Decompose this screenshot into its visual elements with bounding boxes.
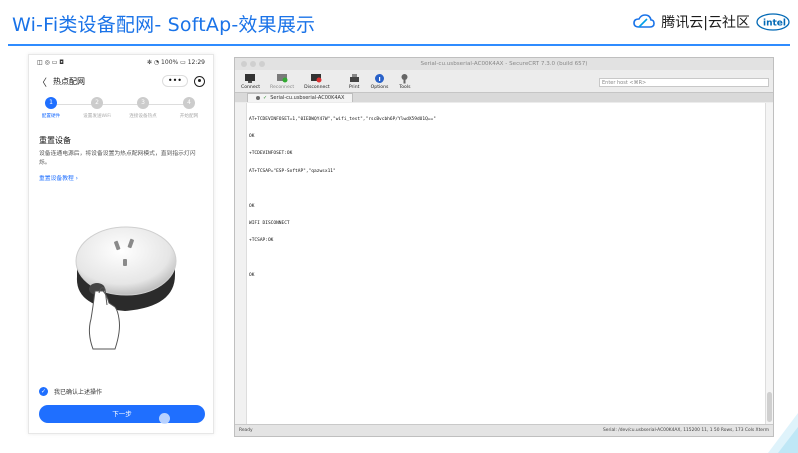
tencent-cloud-logo-icon — [633, 14, 656, 28]
check-icon: ✓ — [263, 95, 268, 101]
connect-icon — [245, 74, 255, 83]
brand-logos: 腾讯云|云社区 intel — [633, 12, 790, 32]
svg-text:intel: intel — [763, 19, 786, 29]
corner-decoration-icon — [768, 413, 798, 453]
tools-icon — [401, 74, 408, 84]
terminal-line: +TCDEVINFOSET:OK — [249, 151, 293, 157]
smart-plug-device-image — [75, 226, 177, 350]
section-description: 设备连通电源后，将设备设置为热点配网模式，直到指示灯闪烁。 — [39, 151, 196, 166]
step-4-dot: 4 — [183, 97, 195, 109]
phone-nav-bar: 〈 热点配网 ••• — [29, 69, 213, 93]
print-icon — [349, 74, 359, 82]
options-label: Options — [370, 85, 389, 90]
terminal-scrollbar[interactable] — [765, 103, 773, 424]
title-divider — [8, 44, 790, 46]
section-heading: 重置设备 — [39, 136, 71, 145]
status-icons-left: ◫ ◎ ▭ ◘ — [37, 58, 65, 66]
tools-label: Tools — [399, 85, 411, 90]
print-label: Print — [348, 85, 360, 90]
reconnect-button[interactable]: Reconnect — [270, 73, 294, 90]
terminal-line: +TCSAP:OK — [249, 238, 274, 244]
session-tabs: ✓ Serial-cu.usbserial-AC00K4AX — [235, 92, 773, 102]
window-titlebar: Serial-cu.usbserial-AC00K4AX - SecureCRT… — [235, 58, 773, 70]
status-icons-right: ✻ ◔ 100% ▭ 12:29 — [146, 58, 205, 66]
step-3-dot: 3 — [137, 97, 149, 109]
intel-logo-icon: intel — [756, 13, 790, 31]
terminal-line: ​ — [249, 256, 763, 262]
print-button[interactable]: Print — [348, 73, 361, 90]
checkbox-checked-icon[interactable]: ✓ — [39, 387, 48, 396]
step-2-label: 设置发送WiFi — [83, 114, 111, 119]
tab-label: Serial-cu.usbserial-AC00K4AX — [270, 95, 345, 101]
step-3: 3 连接设备热点 — [123, 97, 163, 119]
touch-indicator — [159, 413, 170, 424]
stepper: 1 配置硬件 2 设置发送WiFi 3 连接设备热点 4 开始配网 — [29, 97, 213, 127]
terminal-line: WIFI DISCONNECT — [249, 220, 290, 226]
step-3-label: 连接设备热点 — [129, 114, 157, 119]
phone-screenshot: ◫ ◎ ▭ ◘ ✻ ◔ 100% ▭ 12:29 〈 热点配网 ••• 1 配置… — [28, 54, 214, 434]
terminal-line: OK — [249, 203, 255, 209]
connect-label: Connect — [241, 85, 260, 90]
confirm-label: 我已确认上述操作 — [54, 389, 103, 396]
back-icon[interactable]: 〈 — [37, 74, 47, 89]
host-input[interactable]: Enter host <⌘R> — [599, 78, 769, 87]
tools-button[interactable]: Tools — [398, 73, 411, 90]
next-step-button[interactable]: 下一步 — [39, 405, 205, 423]
status-bar: Ready Serial: /dev/cu.usbserial-AC00K4AX… — [235, 424, 773, 436]
connect-button[interactable]: Connect — [241, 73, 260, 90]
step-2: 2 设置发送WiFi — [77, 97, 117, 119]
reconnect-label: Reconnect — [270, 85, 295, 90]
phone-status-bar: ◫ ◎ ▭ ◘ ✻ ◔ 100% ▭ 12:29 — [29, 55, 213, 69]
slide-title: Wi-Fi类设备配网- SoftAp-效果展示 — [12, 14, 316, 36]
disconnect-icon — [311, 74, 322, 83]
terminal-line: OK — [249, 133, 255, 139]
reconnect-icon — [276, 74, 288, 83]
confirm-row[interactable]: ✓ 我已确认上述操作 — [39, 387, 102, 396]
step-1-label: 配置硬件 — [41, 114, 61, 119]
close-target-icon[interactable] — [194, 75, 205, 87]
step-4-label: 开始配网 — [179, 114, 199, 119]
terminal-line: AT+TCDEVINFOSET=1,"0IEDWQY47W","wifi_tes… — [249, 116, 436, 122]
window-title: Serial-cu.usbserial-AC00K4AX - SecureCRT… — [420, 61, 588, 67]
disconnect-button[interactable]: Disconnect — [304, 73, 330, 90]
more-icon[interactable]: ••• — [161, 75, 188, 87]
terminal-line: AT+TCSAP="ESP-SoftAP","qazwsx11" — [249, 168, 336, 174]
terminal-gutter — [235, 103, 247, 424]
page-title: 热点配网 — [53, 76, 85, 86]
tab-close-icon[interactable] — [256, 96, 260, 100]
step-4: 4 开始配网 — [169, 97, 209, 119]
step-1: 1 配置硬件 — [31, 97, 71, 119]
options-button[interactable]: Options — [370, 73, 389, 90]
terminal-output[interactable]: AT+TCDEVINFOSET=1,"0IEDWQY47W","wifi_tes… — [247, 103, 765, 424]
tab-serial-session[interactable]: ✓ Serial-cu.usbserial-AC00K4AX — [247, 93, 354, 102]
brand-name: 腾讯云|云社区 — [661, 15, 750, 31]
slide: Wi-Fi类设备配网- SoftAp-效果展示 腾讯云|云社区 intel ◫ … — [0, 0, 798, 453]
reset-tutorial-link[interactable]: 重置设备教程 › — [39, 173, 203, 182]
options-icon — [375, 74, 385, 83]
step-2-dot: 2 — [91, 97, 103, 109]
step-1-dot: 1 — [45, 97, 57, 109]
securecrt-window: Serial-cu.usbserial-AC00K4AX - SecureCRT… — [234, 57, 774, 437]
terminal-line: ​ — [249, 186, 763, 192]
disconnect-label: Disconnect — [304, 85, 330, 90]
terminal-line: OK — [249, 273, 255, 279]
toolbar: Connect Reconnect Disconnect Print Optio… — [235, 70, 773, 92]
status-ready: Ready — [239, 428, 253, 433]
